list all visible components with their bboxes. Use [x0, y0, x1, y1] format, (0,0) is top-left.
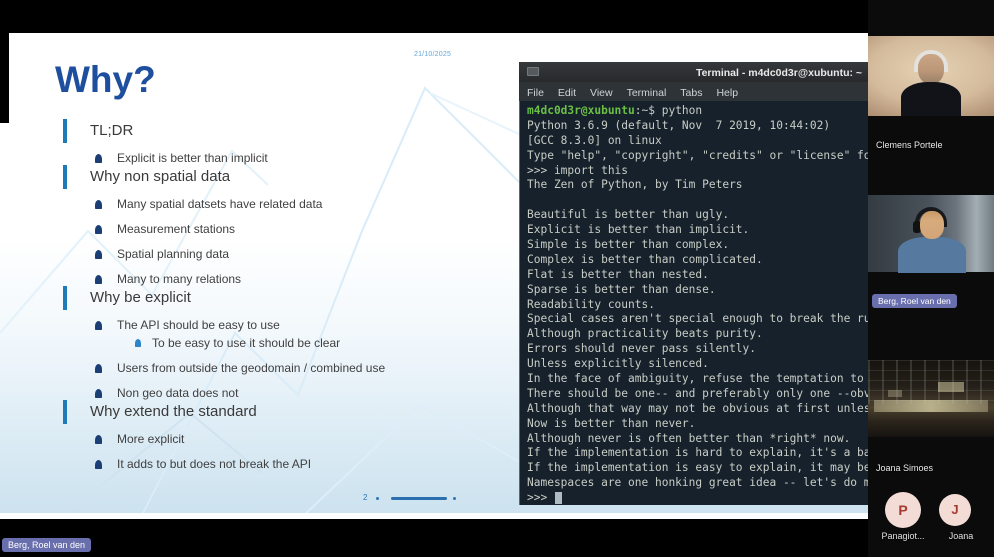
terminal-title: Terminal - m4dc0d3r@xubuntu: ~ [695, 67, 863, 79]
bullet-icon [95, 321, 102, 330]
terminal-menu-item[interactable]: File [527, 84, 544, 103]
avatar-initial: J [951, 502, 959, 517]
slide-title: Why? [55, 59, 156, 100]
avatar-panagiot[interactable]: P [885, 492, 921, 528]
footer-dot-icon [376, 497, 379, 500]
item-text: Many to many relations [117, 272, 242, 286]
bullet-icon [95, 225, 102, 234]
participant-name: Joana Simoes [876, 463, 934, 473]
slide-bullet-item: Users from outside the geodomain / combi… [63, 361, 523, 375]
section-bar-icon [63, 165, 67, 189]
item-text: TL;DR [90, 122, 134, 139]
terminal-menu-item[interactable]: Help [716, 84, 738, 103]
participant-video [868, 360, 994, 437]
slide-bullet-item: The API should be easy to use [63, 318, 523, 332]
terminal-menu-item[interactable]: Tabs [680, 84, 702, 103]
terminal-window-icon [527, 67, 539, 76]
item-text: Many spatial datsets have related data [117, 197, 323, 211]
bullet-icon [95, 250, 102, 259]
atrium-lit-window [888, 390, 902, 397]
active-speaker-label: Berg, Roel van den [2, 538, 92, 552]
slide-bullet-item: More explicit [63, 432, 523, 446]
item-text: To be easy to use it should be clear [152, 336, 341, 350]
atrium-glass-grid [868, 360, 994, 404]
item-text: Spatial planning data [117, 247, 230, 261]
bullet-icon [95, 435, 102, 444]
slide-bullet-item: Spatial planning data [63, 247, 523, 261]
slide-bullet-list: TL;DR Explicit is better than implicit Why… [63, 119, 523, 471]
slide-page-number: 2 [363, 493, 368, 502]
item-text: Explicit is better than implicit [117, 151, 268, 165]
terminal-last-prompt: >>> [527, 491, 554, 505]
section-bar-icon [63, 286, 67, 310]
participant-head [918, 54, 944, 84]
item-text: The API should be easy to use [117, 318, 280, 332]
terminal-menu-item[interactable]: Edit [558, 84, 576, 103]
slide-bullet-item: Non geo data does not [63, 386, 523, 400]
slide-section-header: Why non spatial data [63, 165, 523, 189]
slide-bullet-item: Many spatial datsets have related data [63, 197, 523, 211]
video-tile-clemens[interactable]: Clemens Portele [868, 0, 994, 186]
video-tile-roel[interactable]: Berg, Roel van den [868, 186, 994, 360]
footer-dot-icon [453, 497, 456, 500]
bullet-icon [95, 154, 102, 163]
slide-section-header: TL;DR [63, 119, 523, 143]
participant-video [868, 36, 994, 116]
participants-sidebar: Clemens Portele Berg, Roel van den Joana… [868, 0, 994, 557]
avatar-label: Panagiot... [881, 531, 925, 541]
bullet-icon [95, 364, 102, 373]
bullet-icon [135, 339, 141, 347]
slide-bullet-item: Many to many relations [63, 272, 523, 286]
participant-name: Clemens Portele [876, 140, 943, 150]
slide-date: 21/10/2025 [414, 51, 452, 58]
item-text: Why extend the standard [90, 403, 257, 420]
atrium-lit-band [874, 400, 988, 412]
avatar-joana[interactable]: J [939, 494, 971, 526]
participant-head [920, 211, 944, 239]
avatar-label: Joana [948, 531, 974, 541]
item-text: Why non spatial data [90, 168, 231, 185]
bullet-icon [95, 460, 102, 469]
item-text: Why be explicit [90, 289, 191, 306]
footer-line-icon [391, 497, 447, 500]
participant-shirt [898, 237, 966, 273]
slide-bullet-item: It adds to but does not break the API [63, 457, 523, 471]
item-text: Measurement stations [117, 222, 236, 236]
section-bar-icon [63, 400, 67, 424]
bullet-icon [95, 275, 102, 284]
slide-section-header: Why extend the standard [63, 400, 523, 424]
terminal-menu-item[interactable]: Terminal [627, 84, 667, 103]
video-tile-joana[interactable]: Joana Simoes [868, 360, 994, 557]
slide-bullet-item: Explicit is better than implicit [63, 151, 523, 165]
slide-footer: 2 [363, 493, 473, 505]
item-text: Users from outside the geodomain / combi… [117, 361, 386, 375]
item-text: It adds to but does not break the API [117, 457, 312, 471]
terminal-cursor [554, 492, 562, 505]
participant-video [868, 195, 994, 273]
atrium-lit-window [938, 382, 964, 392]
top-left-mask [0, 33, 9, 123]
slide-bottom-edge [0, 513, 868, 519]
bullet-icon [95, 200, 102, 209]
terminal-prompt-user: m4dc0d3r@xubuntu [527, 104, 635, 117]
terminal-menu-item[interactable]: View [590, 84, 613, 103]
slide-section-header: Why be explicit [63, 286, 523, 310]
item-text: Non geo data does not [117, 386, 239, 400]
terminal-prompt-command: :~$ python [634, 104, 703, 117]
avatar-initial: P [898, 502, 908, 518]
participant-name-pill: Berg, Roel van den [872, 294, 957, 308]
item-text: More explicit [117, 432, 185, 446]
participant-shirt [901, 82, 961, 116]
screen-share-stage: 21/10/2025 Why? TL;DR Explicit is better … [0, 0, 994, 557]
slide-bullet-item: Measurement stations [63, 222, 523, 236]
bullet-icon [95, 389, 102, 398]
section-bar-icon [63, 119, 67, 143]
slide-bullet-item: To be easy to use it should be clear [63, 336, 523, 350]
